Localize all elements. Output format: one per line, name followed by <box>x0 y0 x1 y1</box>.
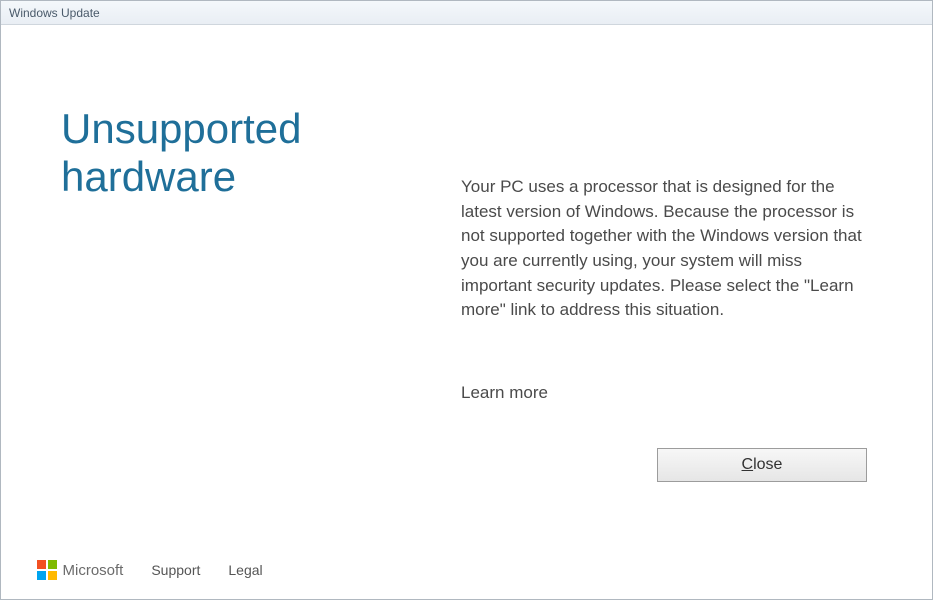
logo-square-green <box>48 560 57 569</box>
microsoft-logo: Microsoft <box>37 560 123 580</box>
window-title: Windows Update <box>9 6 100 20</box>
page-heading: Unsupported hardware <box>61 105 421 202</box>
close-button[interactable]: Close <box>657 448 867 482</box>
close-label-rest: lose <box>753 456 782 473</box>
logo-square-blue <box>37 571 46 580</box>
logo-square-red <box>37 560 46 569</box>
support-link[interactable]: Support <box>151 562 200 578</box>
microsoft-logo-text: Microsoft <box>63 562 124 579</box>
legal-link[interactable]: Legal <box>228 562 262 578</box>
body-text: Your PC uses a processor that is designe… <box>461 175 872 323</box>
logo-square-yellow <box>48 571 57 580</box>
footer: Microsoft Support Legal <box>1 551 932 599</box>
dialog-window: Windows Update Unsupported hardware Your… <box>0 0 933 600</box>
content-area: Unsupported hardware Your PC uses a proc… <box>1 25 932 551</box>
body-column: Your PC uses a processor that is designe… <box>461 105 872 551</box>
learn-more-link[interactable]: Learn more <box>461 383 548 403</box>
heading-column: Unsupported hardware <box>61 105 421 551</box>
titlebar: Windows Update <box>1 1 932 25</box>
close-mnemonic: C <box>742 456 754 473</box>
button-row: Close <box>461 448 872 482</box>
microsoft-logo-icon <box>37 560 57 580</box>
